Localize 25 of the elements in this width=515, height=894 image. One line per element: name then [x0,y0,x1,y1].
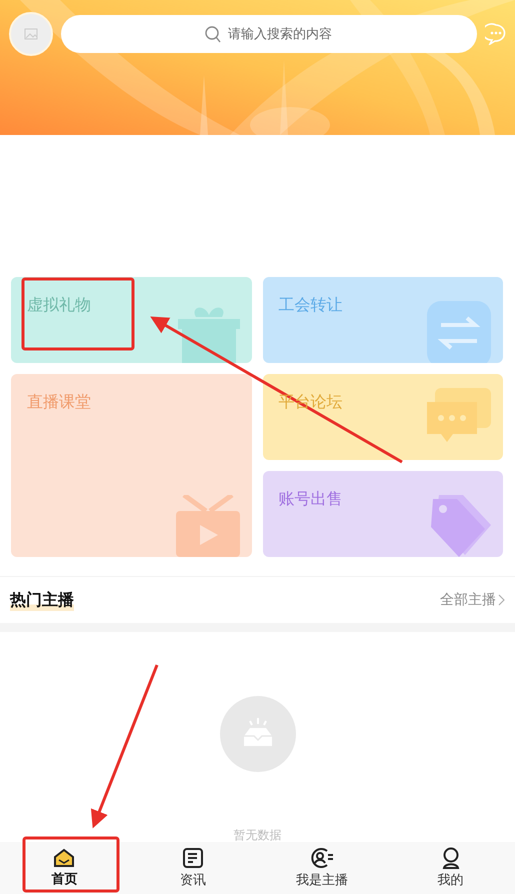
category-card[interactable]: 账号出售 [262,471,503,557]
card-title: 账号出售 [278,489,342,510]
tv-icon [176,495,240,557]
category-card[interactable]: 虚拟礼物 [11,277,252,363]
card-title: 工会转让 [278,295,342,316]
nav-tab[interactable]: 资讯 [128,842,258,894]
nav-tab[interactable]: 首页 [0,842,129,894]
user-icon [440,847,461,869]
all-anchors-link[interactable]: 全部主播 [440,591,505,609]
search-icon [205,26,221,43]
image-icon [24,28,38,40]
home-icon [53,848,76,868]
document-icon [182,847,204,869]
nav-tab[interactable]: 我的 [386,842,515,894]
section-title: 热门主播 [10,590,74,610]
user-list-icon [310,847,334,869]
tag-icon [431,495,491,557]
chat-icon[interactable] [485,23,507,45]
swap-icon [427,301,491,363]
card-title: 直播课堂 [27,392,91,413]
card-title: 虚拟礼物 [27,295,91,316]
nav-tab[interactable]: 我是主播 [258,842,386,894]
category-card[interactable]: 工会转让 [262,277,503,363]
empty-message: 暂无数据 [234,828,282,842]
chevron-right-icon [498,594,505,606]
